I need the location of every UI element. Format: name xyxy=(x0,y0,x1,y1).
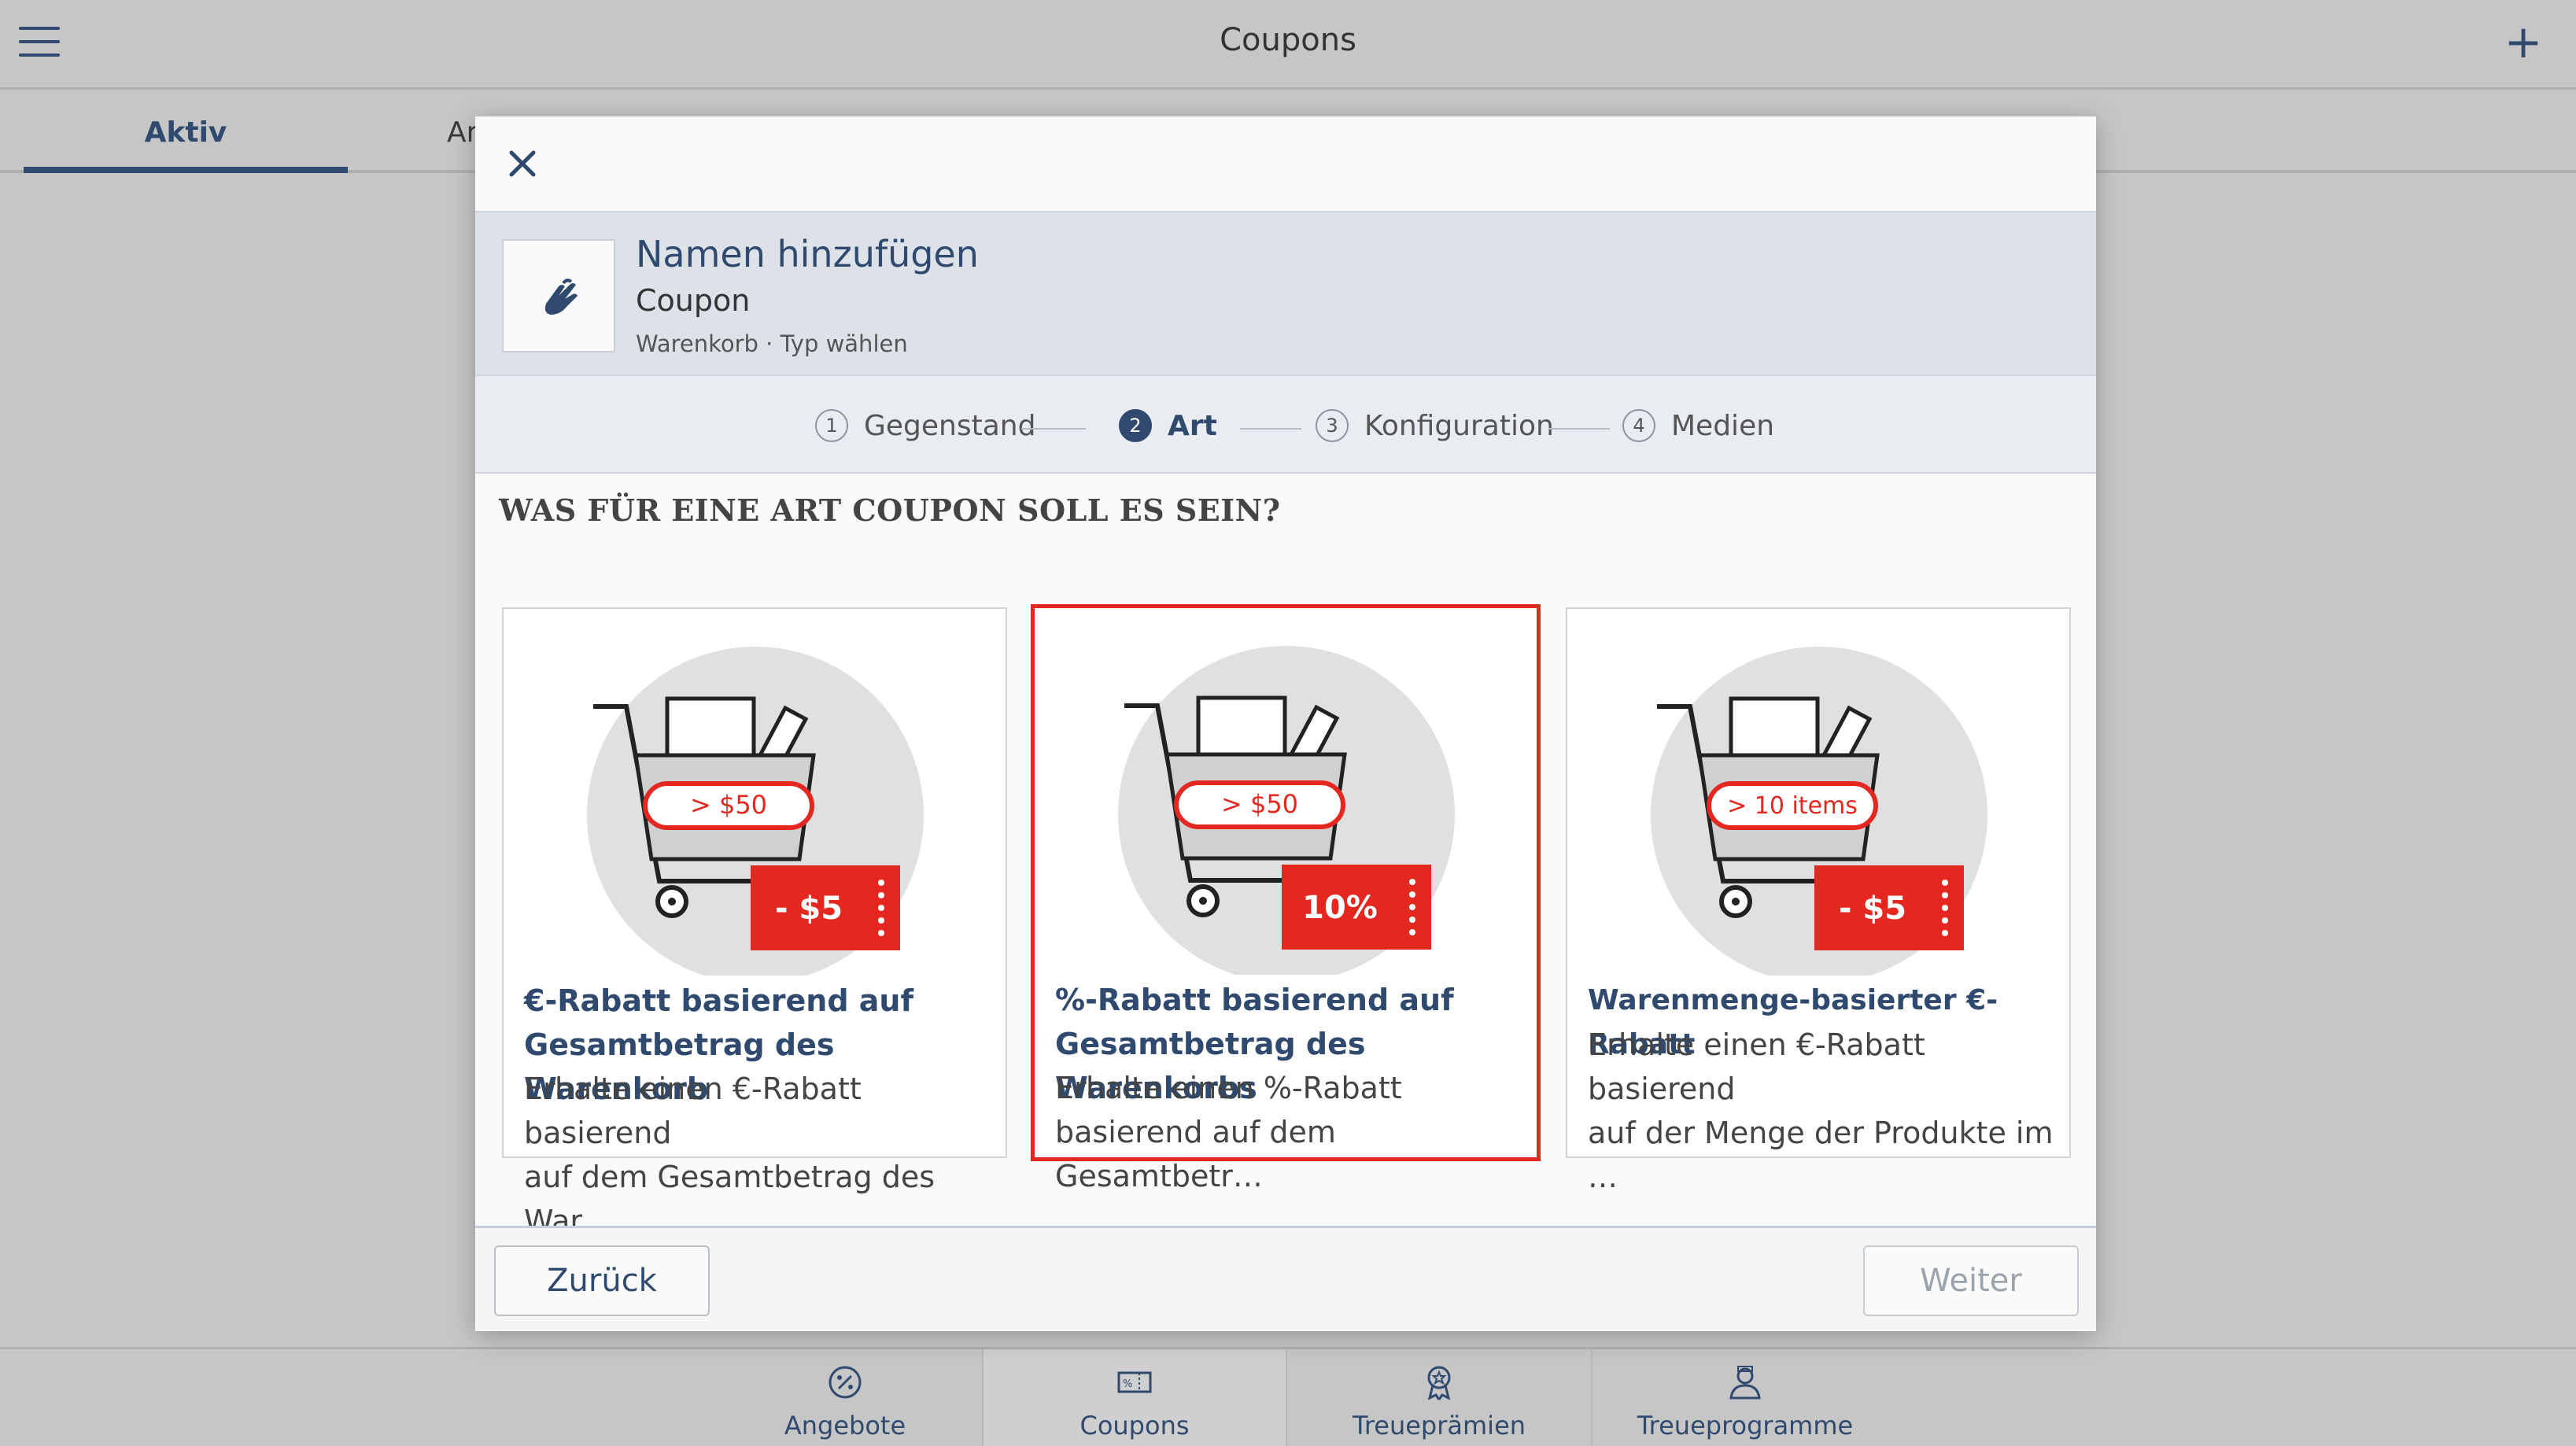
nav-angebote[interactable]: Angebote xyxy=(708,1349,982,1446)
shopping-cart-discount-icon: > $50 - $5 xyxy=(587,647,924,976)
card-description-line: basierend auf dem Gesamtbetr… xyxy=(1055,1115,1336,1193)
coupon-kind: Coupon xyxy=(636,283,751,318)
step-number: 1 xyxy=(815,409,848,442)
nav-treueprogramme[interactable]: Treueprogramme xyxy=(1592,1349,1898,1446)
award-ribbon-icon xyxy=(1427,1366,1451,1400)
hand-icon xyxy=(544,279,578,315)
nav-treuepraemien-label: Treueprämien xyxy=(1352,1411,1526,1440)
step-label: Medien xyxy=(1671,409,1775,442)
add-coupon-button[interactable]: + xyxy=(2496,14,2551,69)
discount-tag: 10% xyxy=(1302,890,1378,926)
next-button[interactable]: Weiter xyxy=(1863,1245,2079,1316)
nav-angebote-label: Angebote xyxy=(784,1411,906,1440)
step-number: 4 xyxy=(1622,409,1655,442)
tab-aktiv[interactable]: Aktiv xyxy=(24,116,348,173)
step-gegenstand[interactable]: 1 Gegenstand xyxy=(815,409,1035,442)
step-label: Konfiguration xyxy=(1364,409,1554,442)
cart-threshold-badge: > $50 xyxy=(690,790,767,820)
page-title: Coupons xyxy=(1220,22,1356,58)
card-description-line: Erhalte einen €-Rabatt basierend xyxy=(1588,1027,1925,1106)
cart-threshold-badge: > $50 xyxy=(1221,789,1298,819)
dialog-footer: Zurück Weiter xyxy=(475,1226,2096,1331)
card-description-line: Erhalte einen €-Rabatt basierend xyxy=(524,1072,862,1150)
coupon-type-card-quantity[interactable]: > 10 items - $5 Warenmenge-basierter €-R… xyxy=(1566,607,2071,1194)
step-number: 2 xyxy=(1119,409,1152,442)
close-icon[interactable] xyxy=(499,140,546,187)
step-label: Gegenstand xyxy=(864,409,1036,442)
card-description: Erhalte einen €-Rabatt basierend auf der… xyxy=(1588,1023,2054,1199)
step-connector xyxy=(1548,428,1610,430)
wizard-stepper: 1 Gegenstand 2 Art 3 Konfiguration 4 Med… xyxy=(475,376,2096,474)
svg-text:%: % xyxy=(1123,1378,1132,1390)
dialog-toolbar xyxy=(475,116,2096,211)
coupon-type-card-euro-total[interactable]: > $50 - $5 €-Rabatt basierend auf Gesamt… xyxy=(502,607,1007,1238)
card-title-line: €-Rabatt basierend auf xyxy=(524,983,914,1018)
step-art[interactable]: 2 Art xyxy=(1119,409,1217,442)
coupon-meta: Warenkorb · Typ wählen xyxy=(636,330,908,357)
step-medien[interactable]: 4 Medien xyxy=(1622,409,1774,442)
coupon-ticket-icon: % xyxy=(1117,1371,1152,1393)
step-konfiguration[interactable]: 3 Konfiguration xyxy=(1316,409,1554,442)
cart-threshold-badge: > 10 items xyxy=(1727,792,1858,820)
coupon-type-dialog: Namen hinzufügen Coupon Warenkorb · Typ … xyxy=(475,116,2096,1331)
card-title-line: %-Rabatt basierend auf xyxy=(1055,983,1454,1017)
back-button[interactable]: Zurück xyxy=(494,1245,710,1316)
bottom-navigation: Angebote % Coupons Treueprämien Treuepro… xyxy=(0,1347,2576,1446)
discount-tag: - $5 xyxy=(1839,891,1906,927)
coupon-type-card-percent-total[interactable]: > $50 10% %-Rabatt basierend auf Gesamtb… xyxy=(1031,604,1541,1193)
step-number: 3 xyxy=(1316,409,1349,442)
type-question-heading: WAS FÜR EINE ART COUPON SOLL ES SEIN? xyxy=(499,492,1281,528)
step-connector xyxy=(1021,428,1086,430)
step-label: Art xyxy=(1168,409,1217,442)
app-bar: Coupons + xyxy=(0,0,2576,90)
nav-treuepraemien[interactable]: Treueprämien xyxy=(1287,1349,1592,1446)
shopping-cart-discount-icon: > 10 items - $5 xyxy=(1651,647,1987,976)
shopping-cart-discount-icon: > $50 10% xyxy=(1118,646,1455,975)
step-connector xyxy=(1240,428,1301,430)
coupon-thumbnail[interactable] xyxy=(502,239,615,352)
card-description: Erhalte einen %-Rabatt basierend auf dem… xyxy=(1055,1066,1521,1198)
card-description-line: Erhalte einen %-Rabatt xyxy=(1055,1071,1402,1105)
discount-tag: - $5 xyxy=(775,891,843,927)
tab-archiv[interactable]: Ar xyxy=(447,116,478,149)
nav-coupons-label: Coupons xyxy=(1079,1411,1190,1440)
nav-treueprogramme-label: Treueprogramme xyxy=(1637,1411,1854,1440)
nav-coupons[interactable]: % Coupons xyxy=(982,1349,1287,1446)
card-description: Erhalte einen €-Rabatt basierend auf dem… xyxy=(524,1067,990,1243)
percent-badge-icon xyxy=(829,1366,862,1399)
card-description-line: auf der Menge der Produkte im … xyxy=(1588,1116,2054,1194)
dialog-header: Namen hinzufügen Coupon Warenkorb · Typ … xyxy=(475,211,2096,376)
coupon-name: Namen hinzufügen xyxy=(636,233,979,275)
customer-badge-icon xyxy=(1729,1366,1761,1400)
